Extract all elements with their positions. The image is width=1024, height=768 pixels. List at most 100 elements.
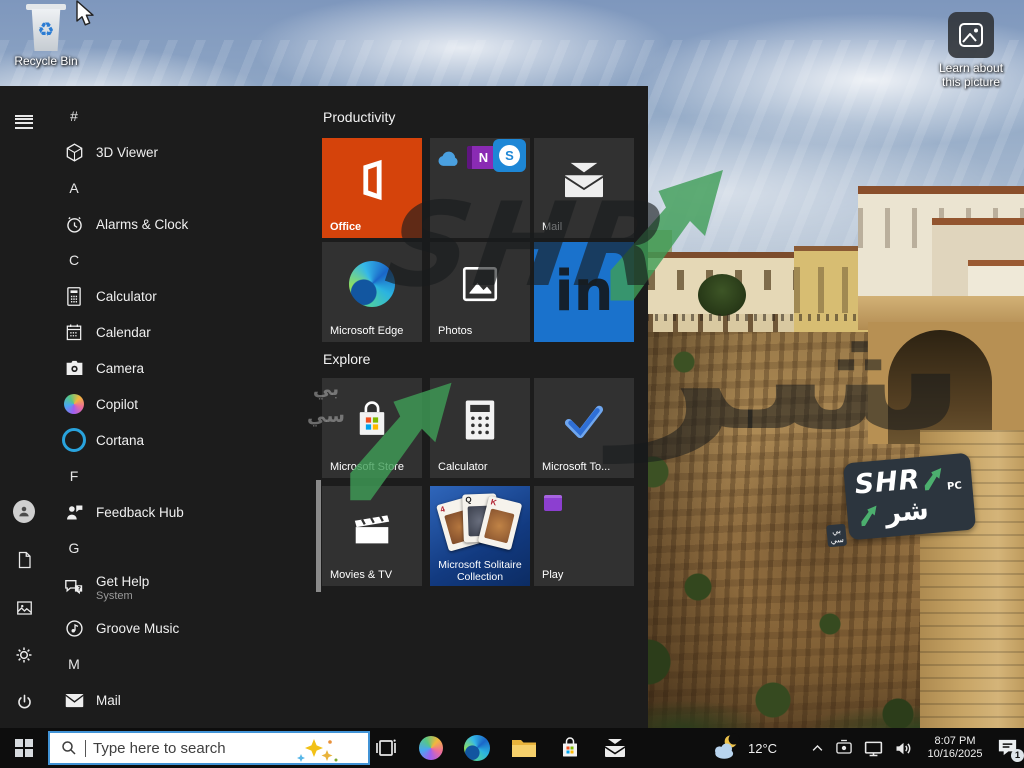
skype-icon: S	[493, 139, 526, 172]
tray-volume-icon[interactable]	[893, 738, 914, 759]
mail-taskbar-button[interactable]	[603, 738, 627, 758]
taskbar-search[interactable]	[48, 731, 370, 765]
app-item-mail[interactable]: Mail	[48, 682, 316, 718]
app-item-alarms-clock[interactable]: Alarms & Clock	[48, 206, 316, 242]
tray-cast-icon[interactable]	[834, 738, 854, 758]
settings-button[interactable]	[13, 644, 35, 666]
avatar	[13, 500, 35, 523]
windows-logo-icon	[15, 739, 33, 757]
app-item-get-help[interactable]: ? Get Help System	[48, 566, 316, 610]
shr-pc-logo-badge: SHR PC شر بي سي	[843, 453, 976, 541]
store-icon	[322, 378, 422, 462]
todo-check-icon	[534, 378, 634, 462]
notification-center-button[interactable]: 1	[996, 736, 1020, 760]
tile-solitaire[interactable]: 4 Q K Microsoft Solitaire Collection	[430, 486, 530, 586]
calendar-icon	[62, 322, 86, 342]
skype-letter: S	[505, 148, 514, 163]
app-item-cortana[interactable]: Cortana	[48, 422, 316, 458]
app-list-header: #	[62, 98, 86, 134]
groove-music-icon	[62, 618, 86, 639]
app-list-scrollbar[interactable]	[316, 480, 321, 592]
night-cloudy-icon	[712, 733, 742, 763]
tile-linkedin[interactable]: in	[534, 242, 634, 342]
office-icon	[322, 138, 422, 222]
learn-label-line1: Learn about	[939, 61, 1003, 75]
menu-expand-button[interactable]	[13, 105, 35, 127]
tile-microsoft-edge[interactable]: Microsoft Edge	[322, 242, 422, 342]
card-rank: 4	[439, 505, 446, 515]
taskbar: 12°C 8:07 PM 10/16/2025 1	[0, 728, 1024, 768]
copilot-taskbar-button[interactable]	[419, 736, 443, 760]
card-rank: K	[490, 497, 498, 507]
pictures-icon	[15, 599, 34, 617]
app-label: Camera	[96, 361, 144, 376]
badge-side-text: بي سي	[826, 524, 847, 548]
file-explorer-button[interactable]	[511, 737, 537, 759]
tile-label: Photos	[438, 325, 472, 337]
app-label: Feedback Hub	[96, 505, 184, 520]
tile-office[interactable]: Office	[322, 138, 422, 238]
app-item-feedback-hub[interactable]: Feedback Hub	[48, 494, 316, 530]
tile-play[interactable]: Play	[534, 486, 634, 586]
play-icon	[544, 495, 562, 511]
documents-button[interactable]	[13, 549, 35, 571]
tile-mail[interactable]: Mail	[534, 138, 634, 238]
tile-photos[interactable]: Photos	[430, 242, 530, 342]
user-account-button[interactable]	[13, 500, 35, 522]
start-menu: # 3D Viewer A Alarms & Clock C Calculato…	[0, 86, 648, 728]
task-view-button[interactable]	[374, 736, 398, 760]
badge-arrow-icon	[919, 465, 945, 491]
app-item-copilot[interactable]: Copilot	[48, 386, 316, 422]
wallpaper-bridge-arch	[888, 330, 992, 444]
store-taskbar-button[interactable]	[558, 736, 582, 760]
weather-temp: 12°C	[748, 741, 777, 756]
edge-taskbar-button[interactable]	[464, 735, 490, 761]
app-label: Alarms & Clock	[96, 217, 188, 232]
app-label: Mail	[96, 693, 121, 708]
app-label: 3D Viewer	[96, 145, 158, 160]
3d-viewer-icon	[62, 142, 86, 163]
app-item-3d-viewer[interactable]: 3D Viewer	[48, 134, 316, 170]
app-label: Calculator	[96, 289, 157, 304]
onenote-icon: N	[467, 146, 495, 169]
app-label: Get Help	[96, 574, 149, 590]
alarm-clock-icon	[62, 214, 86, 235]
app-item-calculator[interactable]: Calculator	[48, 278, 316, 314]
card-rank: Q	[465, 495, 472, 504]
start-button[interactable]	[0, 728, 48, 768]
desktop-icon-recycle-bin[interactable]: ♻ Recycle Bin	[8, 4, 84, 68]
taskbar-clock[interactable]: 8:07 PM 10/16/2025	[923, 735, 987, 761]
mouse-cursor	[74, 0, 96, 30]
tile-label: Calculator	[438, 461, 488, 473]
tray-chevron-up-button[interactable]	[810, 741, 825, 756]
app-item-camera[interactable]: Camera	[48, 350, 316, 386]
app-list-header: C	[62, 242, 86, 278]
clock-date: 10/16/2025	[923, 748, 987, 761]
recycle-bin-icon: ♻	[26, 4, 66, 51]
tile-movies-tv[interactable]: Movies & TV	[322, 486, 422, 586]
tile-label: Microsoft Solitaire Collection	[432, 559, 528, 583]
onenote-letter: N	[479, 150, 488, 165]
cortana-icon	[62, 428, 86, 452]
tile-calculator[interactable]: Calculator	[430, 378, 530, 478]
weather-widget[interactable]: 12°C	[712, 728, 777, 768]
power-button[interactable]	[13, 691, 35, 713]
linkedin-icon: in	[534, 242, 634, 342]
mail-icon	[62, 692, 86, 709]
camera-icon	[62, 359, 86, 377]
calculator-tile-icon	[430, 378, 530, 462]
tile-label: Microsoft Edge	[330, 325, 403, 337]
tile-folder-onedrive-onenote-skype[interactable]: N S	[430, 138, 530, 238]
app-list-header: M	[62, 646, 86, 682]
tile-microsoft-store[interactable]: Microsoft Store	[322, 378, 422, 478]
tile-label: Mail	[542, 221, 562, 233]
tray-network-icon[interactable]	[863, 738, 884, 759]
tile-microsoft-todo[interactable]: Microsoft To...	[534, 378, 634, 478]
pictures-button[interactable]	[13, 597, 35, 619]
desktop-icon-learn-about-picture[interactable]: Learn about this picture	[928, 12, 1014, 89]
app-sublabel: System	[96, 590, 149, 603]
app-item-calendar[interactable]: Calendar	[48, 314, 316, 350]
app-label: Copilot	[96, 397, 138, 412]
app-label: Calendar	[96, 325, 151, 340]
app-item-groove-music[interactable]: Groove Music	[48, 610, 316, 646]
